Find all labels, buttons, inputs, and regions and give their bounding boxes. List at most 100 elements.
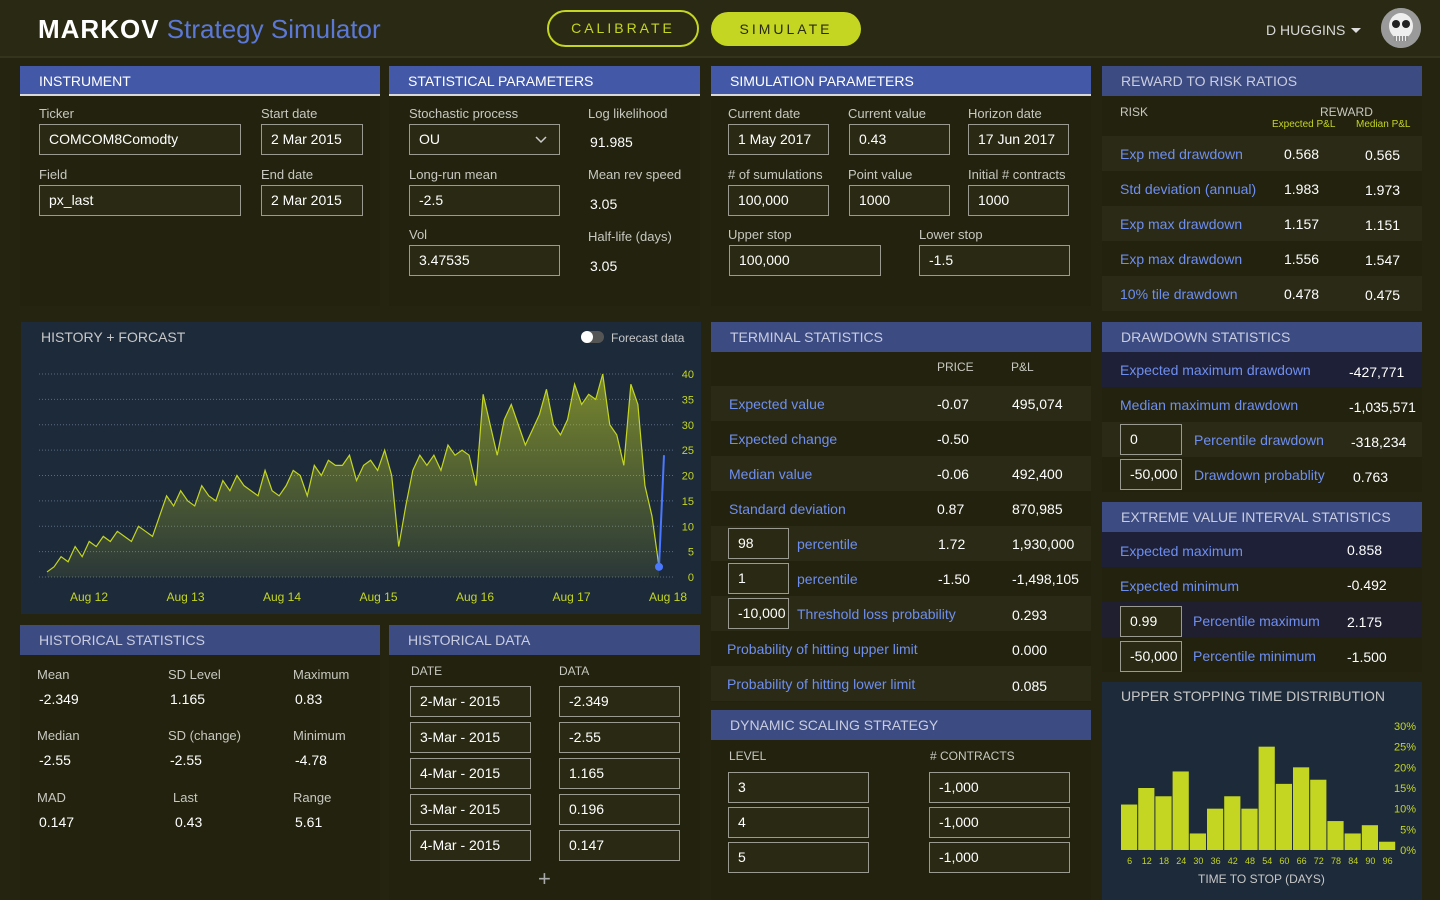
point-value-input[interactable]: 1000: [849, 185, 950, 216]
threshold-input[interactable]: -10,000: [728, 598, 789, 629]
histogram-bar: [1121, 804, 1138, 850]
price-column-label: PRICE: [937, 360, 974, 374]
process-select[interactable]: OU: [409, 124, 560, 155]
y-tick-label: 5: [688, 547, 694, 559]
median-value: -2.55: [39, 752, 71, 768]
historical-date-input[interactable]: 3-Mar - 2015: [410, 722, 531, 753]
mrs-value: 3.05: [590, 196, 618, 212]
calibrate-button[interactable]: CALIBRATE: [547, 10, 699, 47]
y-tick-label: 10%: [1394, 804, 1416, 816]
chevron-down-icon: [535, 136, 547, 144]
end-date-input[interactable]: 2 Mar 2015: [261, 185, 363, 216]
terminal-row-label: Expected change: [729, 431, 838, 447]
extreme-value-header: EXTREME VALUE INTERVAL STATISTICS: [1102, 502, 1422, 532]
level-input[interactable]: 3: [728, 772, 869, 803]
reward-risk-median: 0.475: [1365, 287, 1401, 303]
percentile-drawdown-input[interactable]: 0: [1120, 424, 1182, 455]
level-input[interactable]: 5: [728, 842, 869, 873]
lower-stop-input[interactable]: -1.5: [919, 245, 1070, 276]
terminal-row-price: -0.50: [937, 431, 969, 447]
current-value-input[interactable]: 0.43: [849, 124, 950, 155]
num-simulations-label: # of sumulations: [728, 167, 823, 182]
upper-limit-row: Probability of hitting upper limit 0.000: [711, 631, 1091, 666]
x-tick-label: Aug 14: [263, 590, 301, 604]
historical-value-input[interactable]: 0.196: [559, 794, 680, 825]
contracts-input[interactable]: -1,000: [929, 807, 1070, 838]
y-tick-label: 30: [682, 420, 694, 432]
historical-data-panel: HISTORICAL DATA DATE DATA 2-Mar - 2015 -2…: [389, 625, 700, 900]
brand: MARKOV: [38, 14, 160, 44]
horizon-date-input[interactable]: 17 Jun 2017: [968, 124, 1069, 155]
historical-date-input[interactable]: 4-Mar - 2015: [410, 830, 531, 861]
current-date-input[interactable]: 1 May 2017: [728, 124, 829, 155]
process-value: OU: [419, 131, 440, 147]
x-tick-label: 12: [1142, 856, 1152, 866]
historical-value-input[interactable]: -2.55: [559, 722, 680, 753]
mad-value: 0.147: [39, 814, 75, 830]
level-input[interactable]: 4: [728, 807, 869, 838]
x-tick-label: Aug 18: [649, 590, 687, 604]
level-column-label: LEVEL: [729, 749, 767, 763]
percentile-maximum-input[interactable]: 0.99: [1120, 606, 1182, 637]
lower-limit-value: 0.085: [1012, 678, 1048, 694]
dynamic-scaling-panel: DYNAMIC SCALING STRATEGY LEVEL # CONTRAC…: [711, 710, 1091, 900]
historical-date-input[interactable]: 2-Mar - 2015: [410, 686, 531, 717]
lrmean-input[interactable]: -2.5: [409, 185, 560, 216]
x-tick-label: 36: [1211, 856, 1221, 866]
percentile-minimum-input[interactable]: -50,000: [1120, 641, 1182, 672]
user-menu[interactable]: D HUGGINS: [1266, 22, 1345, 38]
stopping-time-panel: UPPER STOPPING TIME DISTRIBUTION 30% 25% 2…: [1102, 682, 1422, 900]
end-date-label: End date: [261, 167, 314, 182]
histogram-bar: [1310, 779, 1327, 850]
add-row-button[interactable]: +: [538, 866, 551, 892]
horizon-date-label: Horizon date: [968, 106, 1042, 121]
x-tick-label: 48: [1245, 856, 1255, 866]
last-value: 0.43: [175, 814, 203, 830]
percentile-1-input[interactable]: 98: [728, 528, 789, 559]
histogram-bar: [1207, 808, 1224, 850]
y-tick-label: 10: [682, 521, 694, 533]
drawdown-probability-row: -50,000 Drawdown probablity 0.763: [1102, 457, 1422, 492]
histogram-bar: [1172, 771, 1189, 850]
contracts-input[interactable]: -1,000: [929, 842, 1070, 873]
ticker-label: Ticker: [39, 106, 74, 121]
hist-stats-header: HISTORICAL STATISTICS: [20, 625, 380, 655]
process-label: Stochastic process: [409, 106, 519, 121]
simulate-button[interactable]: SIMULATE: [711, 12, 861, 46]
x-tick-label: Aug 16: [456, 590, 494, 604]
ticker-input[interactable]: COMCOM8Comodty: [39, 124, 241, 155]
contracts-input[interactable]: -1,000: [929, 772, 1070, 803]
x-tick-label: 78: [1331, 856, 1341, 866]
upper-stop-input[interactable]: 100,000: [729, 245, 881, 276]
histogram-bar: [1241, 808, 1258, 850]
historical-date-input[interactable]: 4-Mar - 2015: [410, 758, 531, 789]
mad-label: MAD: [37, 790, 66, 805]
median-label: Median: [37, 728, 80, 743]
terminal-header: TERMINAL STATISTICS: [711, 322, 1091, 352]
initial-contracts-input[interactable]: 1000: [968, 185, 1069, 216]
reward-risk-row: 10% tile drawdown 0.478 0.475: [1102, 276, 1422, 311]
percentile-2-input[interactable]: 1: [728, 563, 789, 594]
field-input[interactable]: px_last: [39, 185, 241, 216]
vol-input[interactable]: 3.47535: [409, 245, 560, 276]
histogram-bar: [1138, 788, 1155, 850]
threshold-row: -10,000 Threshold loss probability 0.293: [711, 596, 1091, 631]
terminal-row-pl: 870,985: [1012, 501, 1063, 517]
drawdown-probability-input[interactable]: -50,000: [1120, 459, 1182, 490]
mrs-label: Mean rev speed: [588, 167, 682, 182]
threshold-label: Threshold loss probability: [797, 606, 956, 622]
historical-date-input[interactable]: 3-Mar - 2015: [410, 794, 531, 825]
historical-value-input[interactable]: -2.349: [559, 686, 680, 717]
loglik-value: 91.985: [590, 134, 633, 150]
start-date-input[interactable]: 2 Mar 2015: [261, 124, 363, 155]
num-simulations-input[interactable]: 100,000: [728, 185, 829, 216]
historical-value-input[interactable]: 0.147: [559, 830, 680, 861]
percentile-maximum-value: 2.175: [1347, 614, 1383, 630]
historical-value-input[interactable]: 1.165: [559, 758, 680, 789]
chevron-down-icon[interactable]: [1351, 28, 1361, 33]
x-tick-label: Aug 12: [70, 590, 108, 604]
forecast-point[interactable]: [655, 562, 663, 571]
avatar[interactable]: [1381, 8, 1421, 48]
extreme-value-panel: EXTREME VALUE INTERVAL STATISTICS Expect…: [1102, 502, 1422, 672]
loglik-label: Log likelihood: [588, 106, 668, 121]
